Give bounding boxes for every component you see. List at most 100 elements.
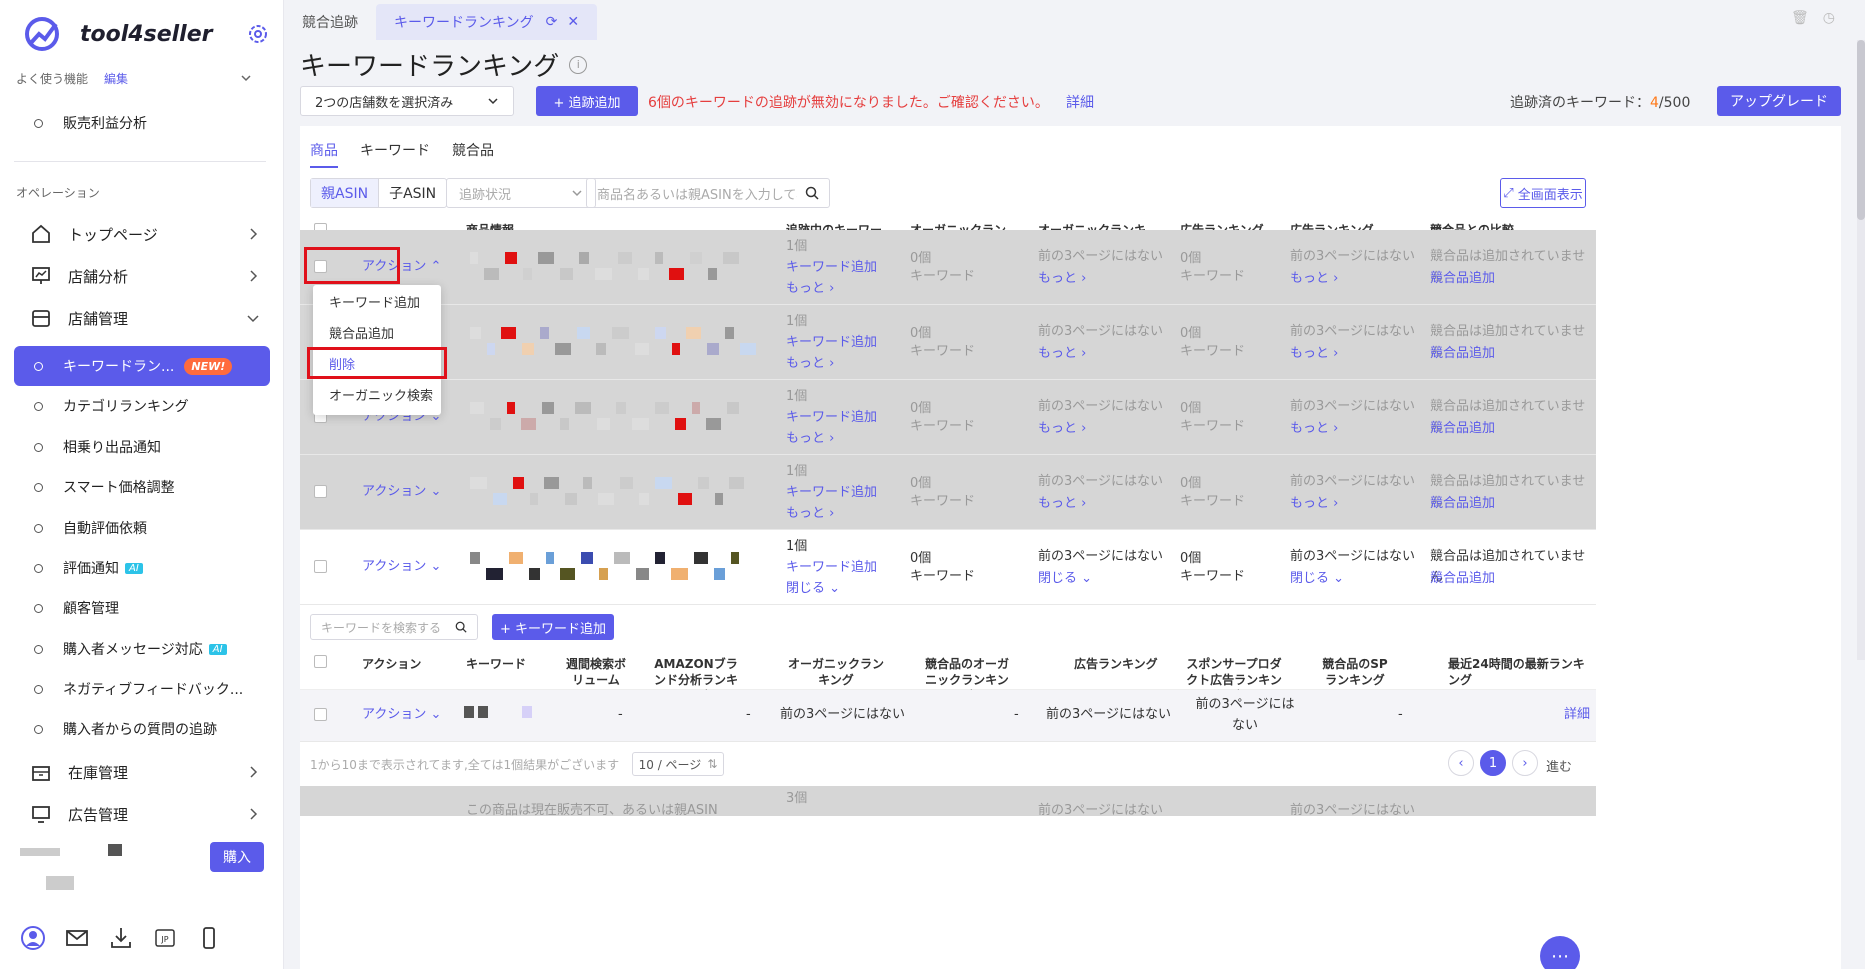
blurred-product-info — [529, 568, 540, 580]
add-keyword-link[interactable]: キーワード追加 — [786, 557, 877, 578]
refresh-icon[interactable]: ⟳ — [546, 14, 558, 30]
more-link[interactable]: もっと › — [1038, 268, 1086, 289]
next-page-button[interactable]: › — [1512, 750, 1538, 776]
more-link[interactable]: もっと › — [786, 353, 834, 374]
tracking-status-select[interactable]: 追跡状況 — [446, 178, 596, 208]
blurred-product-info — [555, 343, 571, 355]
language-icon[interactable]: JP — [152, 925, 178, 951]
mobile-icon[interactable] — [196, 925, 222, 951]
chevron-down-icon — [247, 315, 259, 323]
download-icon[interactable] — [108, 925, 134, 951]
more-link[interactable]: もっと › — [1290, 343, 1338, 364]
blurred-product-info — [731, 552, 739, 564]
blurred-product-info — [655, 552, 665, 564]
sidebar-item-category-ranking[interactable]: カテゴリランキング — [14, 389, 270, 423]
sidebar-item-inventory[interactable]: 在庫管理 — [14, 752, 270, 792]
sidebar-item-auto-review[interactable]: 自動評価依頼 — [14, 511, 270, 545]
more-link[interactable]: 閉じる ⌄ — [1290, 568, 1344, 589]
page-1-button[interactable]: 1 — [1480, 750, 1506, 776]
more-link[interactable]: もっと › — [786, 278, 834, 299]
sidebar-item-hijack[interactable]: 相乗り出品通知 — [14, 430, 270, 464]
more-link[interactable]: もっと › — [1290, 268, 1338, 289]
add-keyword-link[interactable]: キーワード追加 — [786, 482, 877, 503]
row-checkbox[interactable] — [314, 708, 327, 721]
sidebar-item-buyer-questions[interactable]: 購入者からの質問の追跡 — [14, 712, 270, 746]
tab-competitor[interactable]: 競合品 — [452, 140, 494, 168]
add-tracking-button[interactable]: + 追跡追加 — [536, 86, 638, 116]
buy-button[interactable]: 購入 — [210, 842, 264, 872]
tab-product[interactable]: 商品 — [310, 140, 338, 168]
add-competitor-link[interactable]: 競合品追加 — [1430, 568, 1495, 589]
blurred-product-info — [706, 418, 721, 430]
mail-icon[interactable] — [64, 925, 90, 951]
add-competitor-link[interactable]: 競合品追加 — [1430, 493, 1495, 514]
more-link[interactable]: もっと › — [1290, 493, 1338, 514]
row-checkbox[interactable] — [314, 485, 327, 498]
more-link[interactable]: もっと › — [786, 428, 834, 449]
row-checkbox[interactable] — [314, 560, 327, 573]
keyword-search-input[interactable]: キーワードを検索する — [310, 614, 478, 640]
chevron-down-icon[interactable] — [240, 72, 252, 84]
sidebar-item-customers[interactable]: 顧客管理 — [14, 591, 270, 625]
close-icon[interactable]: ✕ — [567, 14, 579, 30]
blurred-product-info — [523, 268, 532, 280]
upgrade-button[interactable]: アップグレード — [1717, 86, 1841, 116]
menu-item-add-keyword[interactable]: キーワード追加 — [313, 286, 441, 316]
more-link[interactable]: もっと › — [1038, 343, 1086, 364]
page-size-select[interactable]: 10 / ページ ⇅ — [632, 752, 724, 776]
operations-label: オペレーション — [16, 186, 100, 200]
prev-page-button[interactable]: ‹ — [1448, 750, 1474, 776]
more-link[interactable]: もっと › — [1290, 418, 1338, 439]
product-search-input[interactable]: 商品名あるいは親ASINを入力して検索 — [586, 178, 830, 208]
sidebar-item-top[interactable]: トップページ — [14, 214, 270, 254]
action-dropdown[interactable]: アクション ⌄ — [362, 704, 441, 725]
more-link[interactable]: 閉じる ⌄ — [786, 578, 840, 599]
add-keyword-link[interactable]: キーワード追加 — [786, 407, 877, 428]
sidebar-item-store-management[interactable]: 店舗管理 — [14, 298, 270, 338]
add-keyword-link[interactable]: キーワード追加 — [786, 257, 877, 278]
tab-competitor-tracking[interactable]: 競合追跡 — [284, 4, 376, 40]
sidebar-item-negative-feedback[interactable]: ネガティブフィードバック... — [14, 672, 270, 706]
clock-icon[interactable]: ◷ — [1823, 10, 1835, 26]
child-asin-option[interactable]: 子ASIN — [379, 179, 446, 207]
detail-link[interactable]: 詳細 — [1066, 92, 1094, 112]
sidebar-item-keyword-ranking[interactable]: キーワードラン... NEW! — [14, 346, 270, 386]
tab-keyword-ranking[interactable]: キーワードランキング ⟳ ✕ — [376, 4, 598, 40]
gear-icon[interactable] — [246, 22, 270, 46]
action-dropdown[interactable]: アクション ⌄ — [362, 556, 441, 577]
sidebar-item-smart-price[interactable]: スマート価格調整 — [14, 470, 270, 504]
add-keyword-button[interactable]: + キーワード追加 — [492, 614, 614, 640]
more-link[interactable]: もっと › — [1038, 418, 1086, 439]
fullscreen-button[interactable]: ⤢ 全画面表示 — [1500, 178, 1586, 208]
store-icon — [32, 310, 50, 327]
trash-icon[interactable]: 🗑 — [1791, 10, 1809, 26]
sidebar-item-ads[interactable]: 広告管理 — [14, 794, 270, 834]
add-competitor-link[interactable]: 競合品追加 — [1430, 418, 1495, 439]
sidebar-item-buyer-message[interactable]: 購入者メッセージ対応 AI — [14, 632, 270, 666]
menu-item-add-competitor[interactable]: 競合品追加 — [313, 317, 441, 347]
action-dropdown[interactable]: アクション ⌄ — [362, 481, 441, 502]
monitor-icon — [32, 806, 50, 823]
tab-keyword[interactable]: キーワード — [360, 140, 430, 168]
add-competitor-link[interactable]: 競合品追加 — [1430, 343, 1495, 364]
select-all-checkbox[interactable] — [314, 655, 327, 668]
user-icon[interactable] — [20, 925, 46, 951]
keyword-table-row: アクション ⌄ - - 前の3ページにはない - 前の3ページにはない 前の3ペ… — [300, 690, 1596, 742]
store-select[interactable]: 2つの店舗数を選択済み — [300, 86, 514, 116]
parent-asin-option[interactable]: 親ASIN — [311, 179, 380, 207]
menu-item-organic-search[interactable]: オーガニック検索 — [313, 379, 441, 409]
help-chat-button[interactable]: ⋯ — [1540, 936, 1580, 969]
more-link[interactable]: もっと › — [786, 503, 834, 524]
add-keyword-link[interactable]: キーワード追加 — [786, 332, 877, 353]
more-link[interactable]: 閉じる ⌄ — [1038, 568, 1092, 589]
logo[interactable]: tool4seller — [22, 14, 212, 54]
scrollbar-thumb[interactable] — [1857, 40, 1865, 220]
add-competitor-link[interactable]: 競合品追加 — [1430, 268, 1495, 289]
info-icon[interactable]: i — [569, 55, 588, 74]
more-link[interactable]: もっと › — [1038, 493, 1086, 514]
sidebar-item-store-analysis[interactable]: 店舗分析 — [14, 256, 270, 296]
edit-link[interactable]: 編集 — [104, 70, 128, 87]
detail-link[interactable]: 詳細 — [1564, 704, 1590, 725]
sidebar-item-profit[interactable]: 販売利益分析 — [14, 106, 270, 140]
sidebar-item-review-notice[interactable]: 評価通知 AI — [14, 551, 270, 585]
